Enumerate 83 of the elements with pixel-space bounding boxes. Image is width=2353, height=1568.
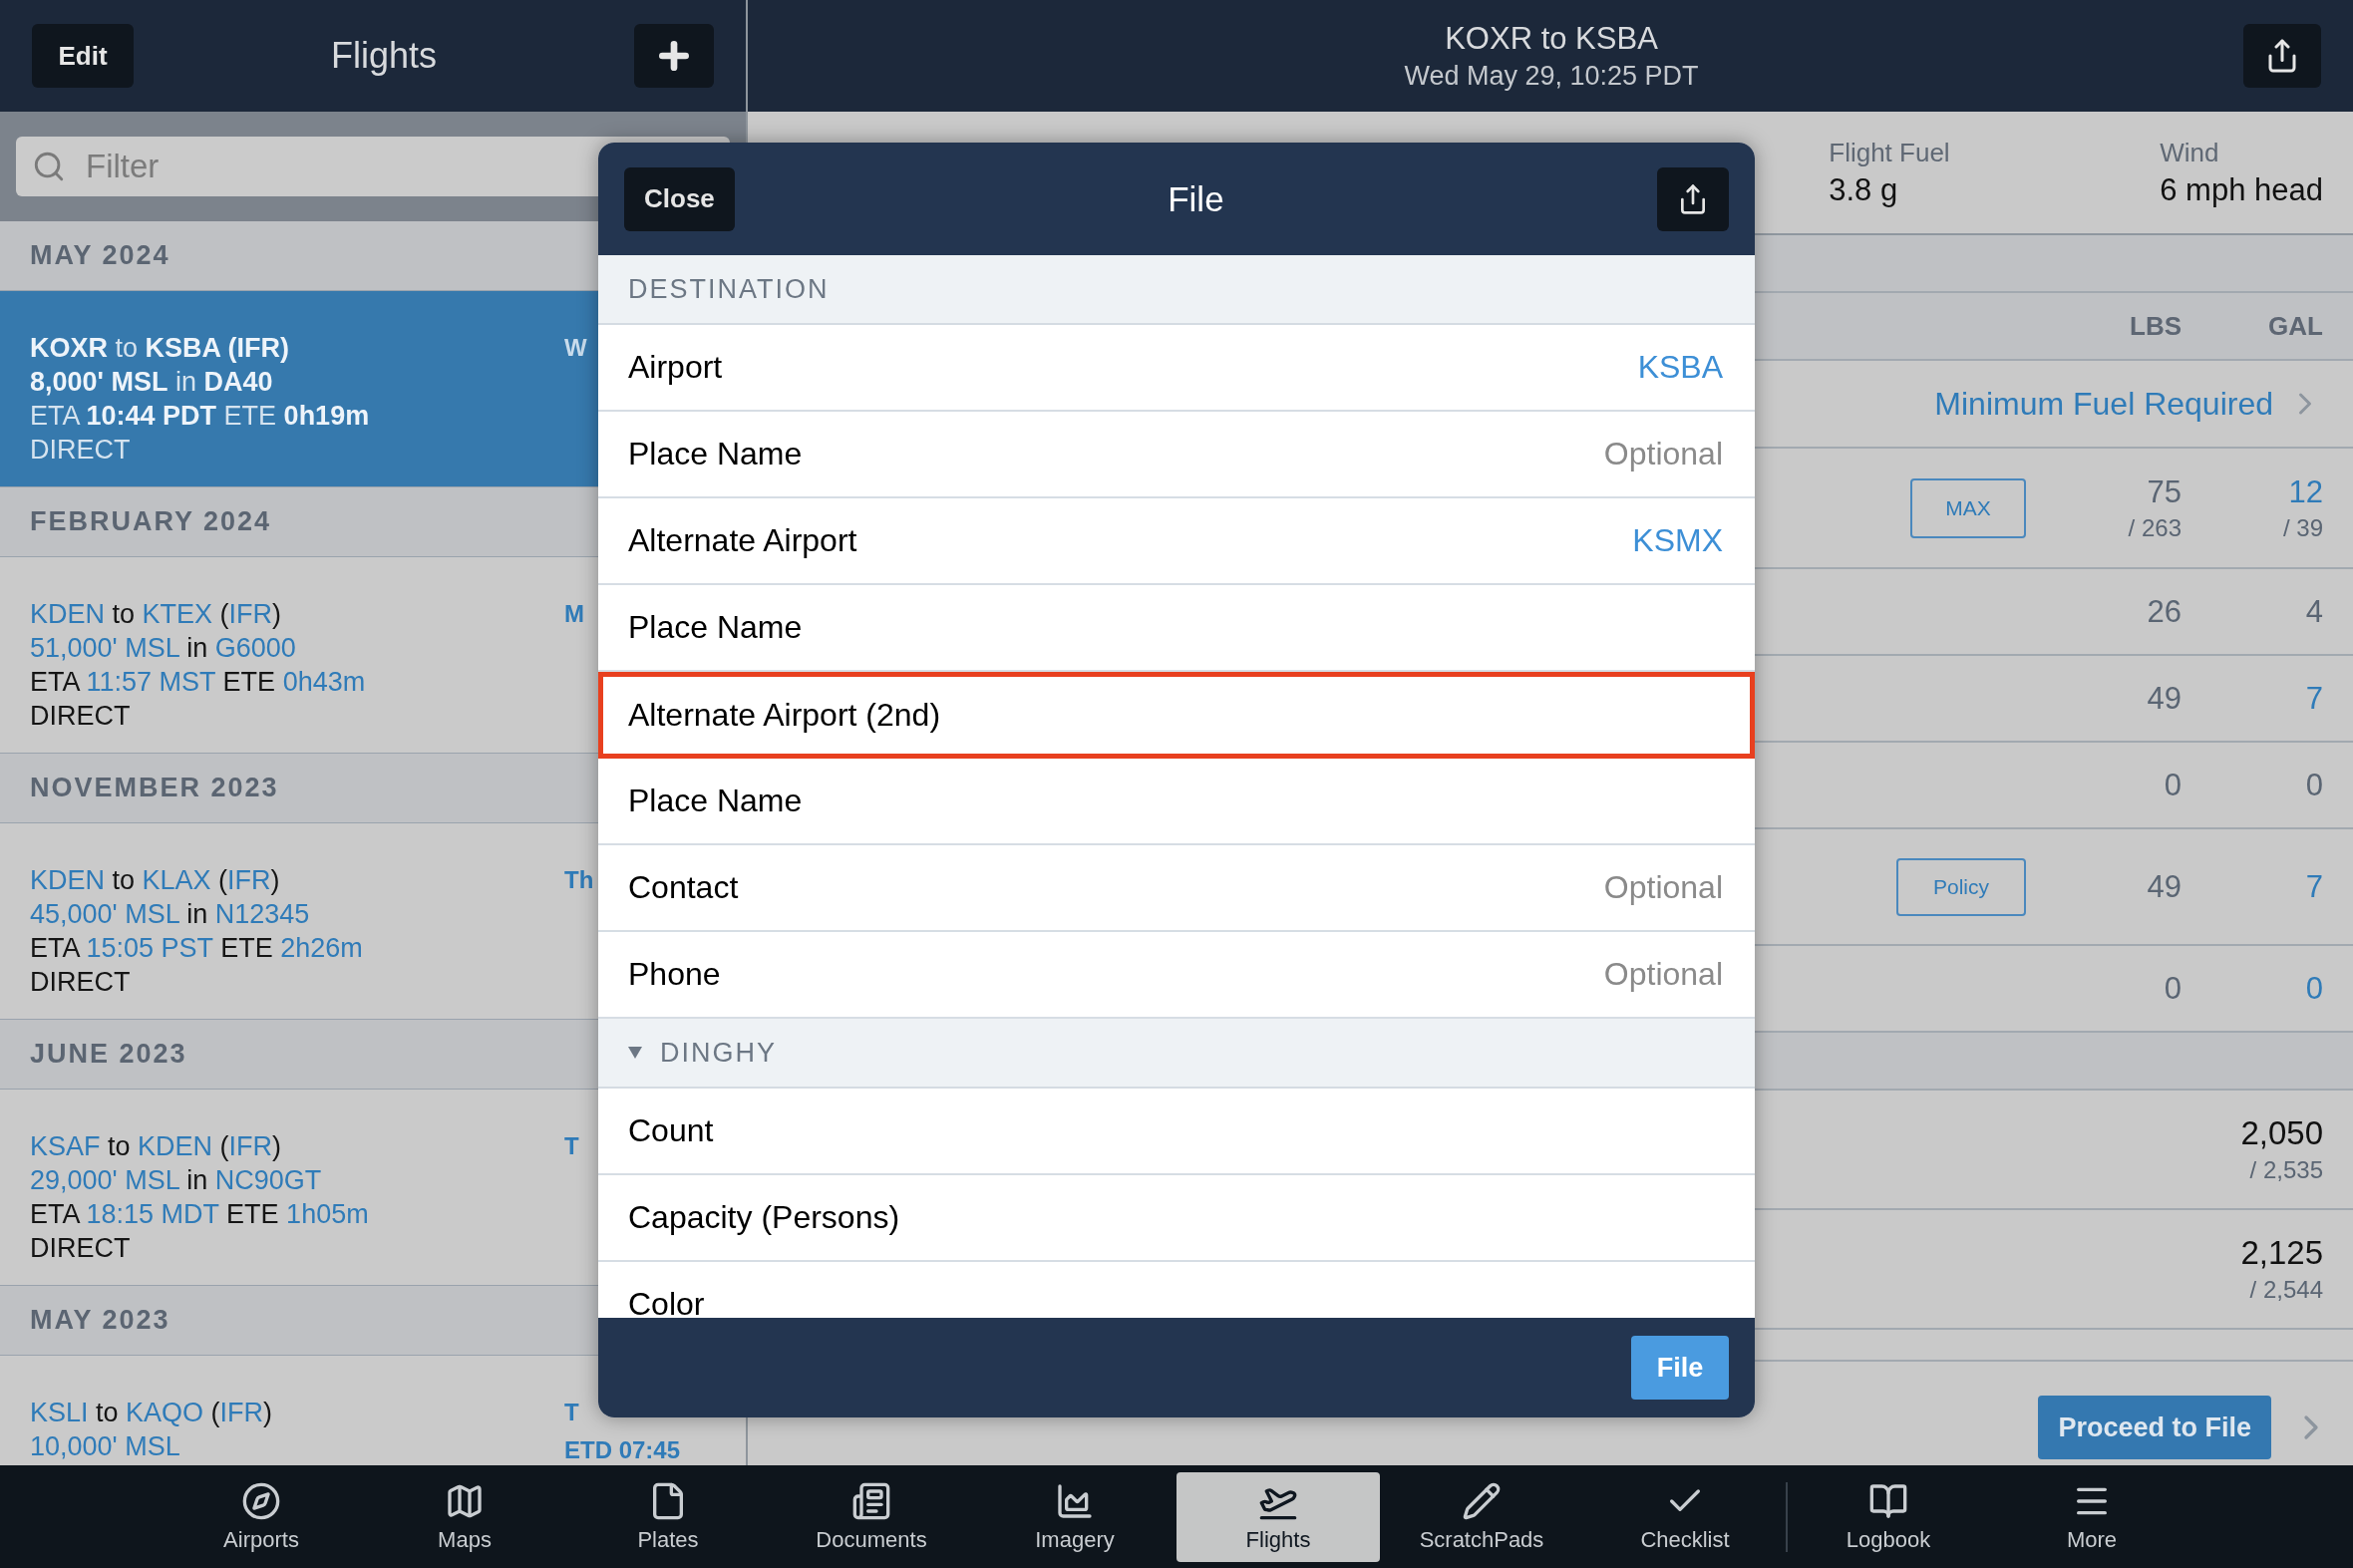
fuel-value: 49 [2147,868,2182,905]
fuel-capacity: / 263 [2128,513,2182,542]
flight-detail-line: DIRECT [30,966,132,999]
flight-date: ETD 07:45 [564,1435,681,1465]
flight-detail-line: DIRECT [30,1232,132,1265]
newspaper-icon [851,1480,891,1521]
fuel-capacity: / 39 [2282,513,2323,542]
flight-subtitle: Wed May 29, 10:25 PDT [1404,60,1699,92]
flight-detail-line: 8,000' MSL in DA40 [30,366,274,399]
weight-value: 2,125 [2240,1234,2323,1272]
flight-detail-line: KDEN to KLAX (IFR) [30,864,281,897]
fuel-value: 26 [2147,593,2182,630]
flight-date: T [564,1398,580,1427]
flight-detail-line: 29,000' MSL in NC90GT [30,1164,323,1197]
share-button[interactable] [1657,166,1729,231]
tab[interactable]: More [1990,1471,2193,1562]
flight-detail-line: DIRECT [30,700,132,733]
section-header: DESTINATION [598,255,1755,325]
flight-detail-line: ETA 15:05 PST ETE 2h26m [30,932,364,965]
flight-detail-line: KOXR to KSBA (IFR) [30,332,291,365]
compass-icon [241,1480,281,1521]
tab[interactable]: ScratchPads [1380,1471,1583,1562]
triangle-icon[interactable] [628,1047,642,1059]
stat-label: Flight Fuel [1829,137,1951,168]
fuel-value: 7 [2305,868,2323,905]
fuel-value: 49 [2147,680,2182,717]
flight-detail-line: 45,000' MSL in N12345 [30,898,311,931]
flight-detail-line: KSAF to KDEN (IFR) [30,1130,283,1163]
tab[interactable]: Maps [363,1471,566,1562]
fuel-value: 0 [2164,767,2182,803]
edit-button[interactable]: Edit [32,24,134,88]
text-field[interactable]: Optional [1406,868,1725,907]
flight-date: Th [564,865,594,895]
flight-detail-line: DIRECT [30,434,132,467]
fuel-value: 0 [2305,970,2323,1007]
weight-value: 2,050 [2240,1114,2323,1152]
flight-date: M [564,599,584,629]
field-label: Phone [628,956,721,993]
flight-date: T [564,1131,579,1161]
fuel-value: 0 [2305,767,2323,803]
tab[interactable]: Logbook [1787,1471,1990,1562]
weight-limit: / 2,544 [2249,1276,2323,1304]
field-label: Airport [628,349,723,386]
tab[interactable]: Airports [160,1471,363,1562]
column-header: LBS [2130,310,2182,342]
flight-detail-line: KDEN to KTEX (IFR) [30,598,283,631]
field-label: Contact [628,869,739,906]
flight-title: KOXR to KSBA [1445,20,1658,57]
close-button[interactable]: Close [624,166,735,231]
share-button[interactable] [2243,24,2321,88]
fuel-value: 7 [2305,680,2323,717]
fuel-value: 12 [2288,473,2323,510]
stat-value: 6 mph head [2160,171,2323,208]
tab[interactable]: Plates [566,1471,770,1562]
stat-value: 3.8 g [1829,171,1899,208]
pencil-icon [1462,1480,1502,1521]
flight-detail-line: ETA 18:15 MDT ETE 1h05m [30,1198,370,1231]
tab[interactable]: Flights [1176,1471,1380,1562]
tab[interactable]: Imagery [973,1471,1176,1562]
flight-detail-line: 10,000' MSL [30,1430,181,1463]
fuel-value: 0 [2164,970,2182,1007]
search-icon [32,150,66,183]
flight-detail-line: ETA 10:44 PDT ETE 0h19m [30,400,371,433]
stat-label: Wind [2160,137,2220,168]
flight-date: W [564,333,587,363]
fuel-value: 75 [2147,473,2182,510]
tab[interactable]: Checklist [1583,1471,1787,1562]
text-field[interactable]: Optional [1406,955,1725,994]
flight-detail-line: 51,000' MSL in G6000 [30,632,297,665]
field-label: Color [628,1286,705,1318]
panel-title: Flights [331,35,437,77]
add-button[interactable] [634,24,714,88]
proceed-button[interactable]: Proceed to File [2038,1396,2271,1459]
dialog-title: File [1168,178,1224,219]
flight-detail-line: KSLI to KAQO (IFR) [30,1397,274,1429]
section-header: DINGHY [598,1019,1755,1089]
text-field[interactable]: Optional [1406,435,1725,473]
tab[interactable]: Documents [770,1471,973,1562]
column-header: GAL [2268,310,2323,342]
flight-detail-line: ETA 11:57 MST ETE 0h43m [30,666,367,699]
field-label: Count [628,1112,714,1149]
fuel-value: 4 [2305,593,2323,630]
weight-limit: / 2,535 [2249,1156,2323,1184]
